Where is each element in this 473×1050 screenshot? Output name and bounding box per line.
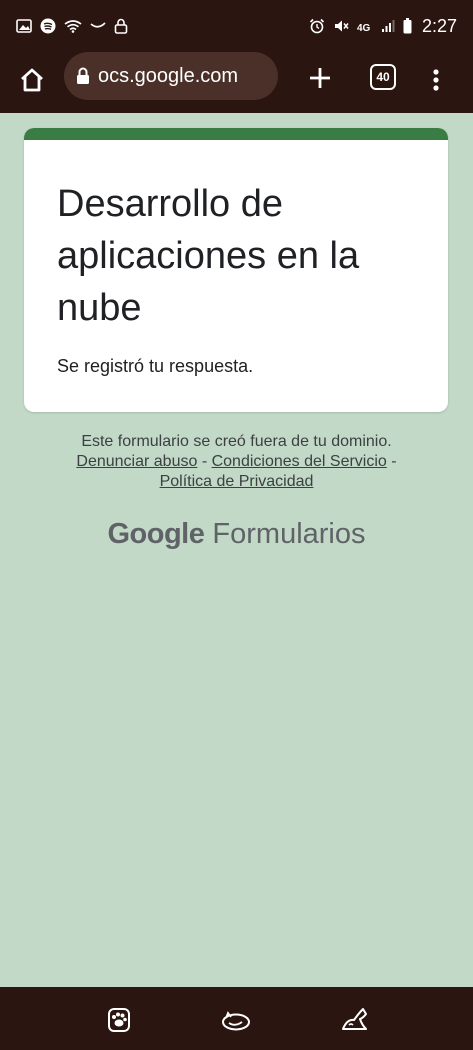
bottom-nav-bar — [0, 987, 473, 1050]
home-icon — [21, 68, 43, 92]
privacy-link[interactable]: Política de Privacidad — [160, 473, 314, 490]
response-message: Se registró tu respuesta. — [57, 356, 254, 376]
status-bar: 4G 2:27 — [0, 0, 473, 52]
wave-icon — [90, 21, 106, 31]
status-right-icons: 4G 2:27 — [309, 16, 457, 37]
home-button[interactable] — [14, 62, 50, 98]
more-vert-icon — [433, 69, 439, 91]
form-title: Desarrollo de aplicaciones en la nube — [57, 183, 360, 329]
terms-link[interactable]: Condiciones del Servicio — [212, 453, 387, 470]
sleeping-cat-icon[interactable] — [220, 1003, 252, 1035]
4g-icon: 4G — [357, 18, 373, 34]
paw-icon[interactable] — [103, 1003, 135, 1035]
stretching-cat-icon[interactable] — [338, 1003, 370, 1035]
image-icon — [16, 19, 32, 33]
mute-icon — [333, 18, 349, 34]
status-time: 2:27 — [421, 15, 457, 36]
tab-switcher-button[interactable]: 40 — [370, 64, 396, 90]
card-accent-bar — [24, 128, 448, 140]
footer-separator: - — [386, 453, 397, 470]
url-text: ocs.google.com — [98, 64, 239, 87]
plus-icon — [310, 68, 330, 88]
spotify-icon — [40, 18, 56, 34]
footer-notice: Este formulario se creó fuera de tu domi… — [81, 433, 392, 450]
brand-product: Formularios — [212, 518, 366, 550]
menu-button[interactable] — [424, 62, 448, 98]
footer-separator: - — [197, 453, 212, 470]
report-abuse-link[interactable]: Denunciar abuso — [76, 453, 197, 470]
battery-icon — [403, 18, 412, 34]
form-card: Desarrollo de aplicaciones en la nube Se… — [24, 128, 448, 412]
lock-icon — [114, 18, 128, 34]
url-bar[interactable]: ocs.google.com — [64, 52, 278, 100]
alarm-icon — [309, 18, 325, 34]
signal-icon — [381, 19, 395, 33]
new-tab-button[interactable] — [302, 60, 338, 96]
svg-text:4G: 4G — [357, 23, 371, 34]
google-forms-logo[interactable]: Google Formularios — [0, 518, 473, 551]
form-footer: Este formulario se creó fuera de tu domi… — [0, 432, 473, 492]
lock-icon — [77, 67, 89, 84]
wifi-icon — [64, 19, 82, 33]
status-left-icons — [16, 18, 128, 34]
brand-google: Google — [107, 518, 205, 550]
browser-toolbar: ocs.google.com 40 — [0, 52, 473, 113]
